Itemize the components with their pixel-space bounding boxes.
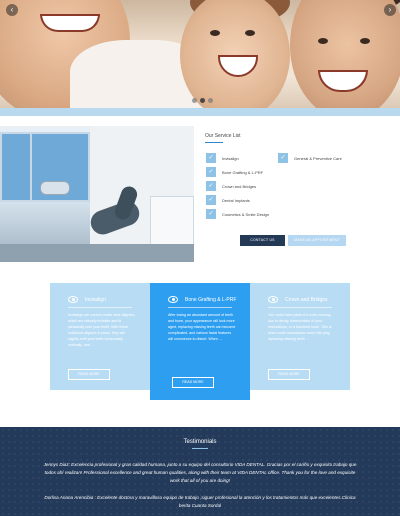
clinic-photo: [0, 126, 194, 262]
service-item-label: Cosmetics & Smile Design: [222, 211, 270, 217]
clinic-cabinet: [150, 196, 194, 246]
service-item-crowns[interactable]: ✓ Crown and Bridges: [206, 181, 256, 191]
title-underline: [205, 142, 223, 143]
service-item-invisalign[interactable]: ✓ Invisalign: [206, 153, 239, 163]
check-icon: ✓: [206, 209, 216, 219]
read-more-button[interactable]: READ MORE: [172, 377, 214, 388]
check-icon: ✓: [206, 153, 216, 163]
card-title: Crown and Bridges: [285, 297, 328, 303]
check-icon: ✓: [278, 153, 288, 163]
hero-image-eye: [245, 30, 255, 36]
eye-icon: [168, 296, 178, 303]
card-text: Invisalign are custom-made clear aligner…: [68, 313, 136, 347]
service-card-crowns: Crown and Bridges You could have parts o…: [250, 283, 350, 390]
service-item-general-care[interactable]: ✓ General & Preventive Care: [278, 153, 342, 163]
service-item-label: Dental Implants: [222, 197, 250, 203]
slider-dot[interactable]: [192, 98, 197, 103]
title-underline: [192, 448, 208, 449]
slider-dot[interactable]: [200, 98, 205, 103]
testimonials-section: Testimonials Jennys Diaz: Excelencia pro…: [0, 427, 400, 516]
testimonial-quote: Jennys Diaz: Excelencia profesional y gr…: [43, 462, 357, 483]
service-item-cosmetics[interactable]: ✓ Cosmetics & Smile Design: [206, 209, 269, 219]
read-more-button[interactable]: READ MORE: [268, 369, 310, 380]
service-item-label: Crown and Bridges: [222, 183, 257, 189]
service-card-bone-grafting: Bone Grafting & L-PRF After losing an ab…: [150, 283, 250, 400]
service-item-label: General & Preventive Care: [294, 155, 342, 161]
hero-image-eye: [360, 38, 370, 44]
check-icon: ✓: [206, 167, 216, 177]
contact-us-button[interactable]: CONTACT US: [240, 235, 285, 246]
service-card-invisalign: Invisalign Invisalign are custom-made cl…: [50, 283, 150, 390]
slider-prev-icon[interactable]: ‹: [6, 4, 18, 16]
testimonials-title: Testimonials: [183, 439, 217, 445]
eye-icon: [268, 296, 278, 303]
hero-image-eye: [318, 38, 328, 44]
card-text: After losing an abundant amount of teeth…: [168, 313, 236, 341]
read-more-button[interactable]: READ MORE: [68, 369, 110, 380]
clinic-floor: [0, 244, 194, 262]
card-divider: [268, 307, 332, 308]
hero-divider-bar: [0, 108, 400, 116]
make-appointment-button[interactable]: MAKE AN APPOINTMENT: [288, 235, 346, 246]
check-icon: ✓: [206, 181, 216, 191]
testimonial-quote: Dorlisa Ariana Arencibia : Excelente doc…: [44, 495, 356, 508]
service-item-label: Invisalign: [222, 155, 239, 161]
card-title: Invisalign: [85, 297, 106, 303]
slider-dot[interactable]: [208, 98, 213, 103]
service-item-label: Bone Grafting & L-PRF: [222, 169, 264, 175]
card-divider: [68, 307, 132, 308]
hero-image-smile: [40, 14, 100, 32]
service-item-bone-grafting[interactable]: ✓ Bone Grafting & L-PRF: [206, 167, 263, 177]
eye-icon: [68, 296, 78, 303]
slider-next-icon[interactable]: ›: [384, 4, 396, 16]
hero-image-eye: [210, 30, 220, 36]
service-item-implants[interactable]: ✓ Dental Implants: [206, 195, 250, 205]
service-list-title: Our Service List: [205, 133, 241, 139]
card-text: You could have parts of a tooth missing …: [268, 313, 332, 341]
check-icon: ✓: [206, 195, 216, 205]
card-title: Bone Grafting & L-PRF: [185, 297, 237, 303]
clinic-lamp: [40, 181, 70, 195]
hero-slider: ‹ ›: [0, 0, 400, 108]
card-divider: [168, 307, 232, 308]
hero-image-face: [180, 0, 290, 108]
slider-pagination: [192, 98, 213, 103]
